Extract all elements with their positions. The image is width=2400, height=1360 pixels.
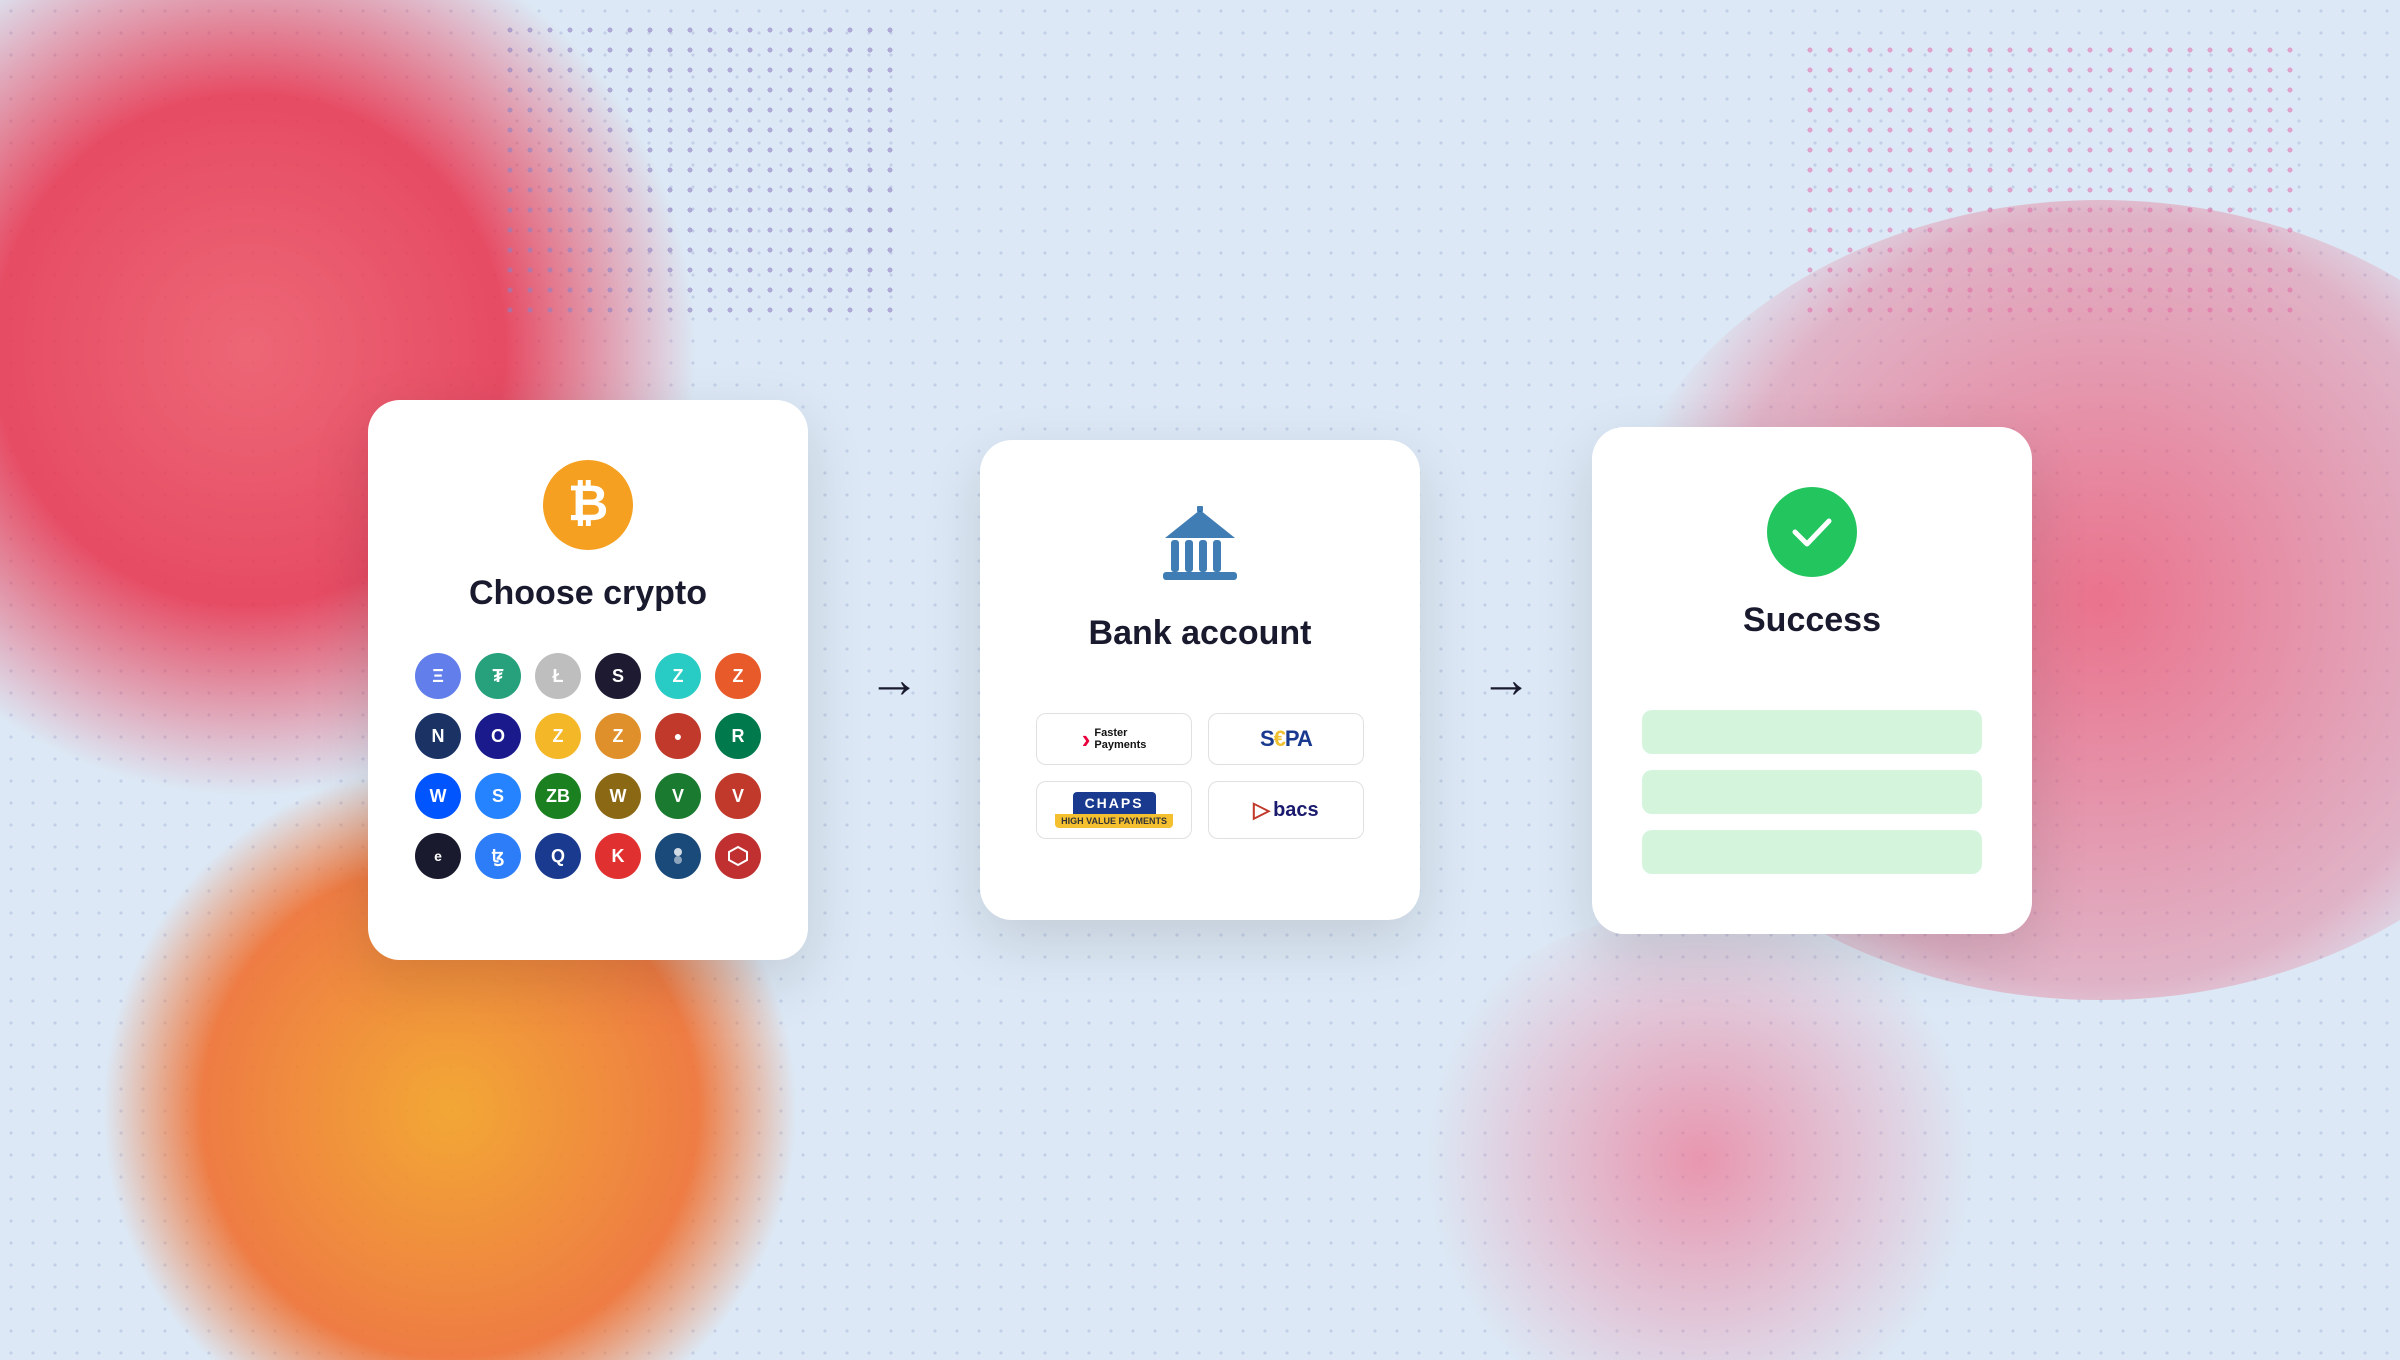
chaps-label: CHAPS [1073, 792, 1156, 814]
crypto-band[interactable]: ● [655, 713, 701, 759]
card-choose-crypto: ₿ Choose crypto Ξ ₮ Ł S Z Z N O Z Z ● R … [368, 400, 808, 960]
arrow-1: → [868, 654, 920, 706]
success-lines-container [1642, 710, 1982, 874]
sepa-s: S [1260, 726, 1274, 752]
crypto-card-title: Choose crypto [469, 574, 707, 613]
bacs-arrow: ▷ [1253, 797, 1270, 823]
crypto-tether[interactable]: ₮ [475, 653, 521, 699]
sepa-e: € [1274, 726, 1285, 752]
crypto-wrapped[interactable]: W [595, 773, 641, 819]
bank-icon-container [1155, 500, 1245, 590]
fp-label-payments: Payments [1094, 739, 1146, 751]
bank-card-title: Bank account [1089, 614, 1312, 653]
crypto-qash[interactable]: Q [535, 833, 581, 879]
bitcoin-icon-container: ₿ [543, 460, 633, 550]
crypto-tezos[interactable]: ꜩ [475, 833, 521, 879]
chaps-badge[interactable]: CHAPS HIGH VALUE PAYMENTS [1036, 781, 1192, 839]
success-card-title: Success [1743, 601, 1881, 640]
crypto-zb[interactable]: ZB [535, 773, 581, 819]
crypto-vtho[interactable]: V [655, 773, 701, 819]
bitcoin-symbol: ₿ [568, 478, 609, 528]
main-content: ₿ Choose crypto Ξ ₮ Ł S Z Z N O Z Z ● R … [0, 0, 2400, 1360]
checkmark-icon [1787, 507, 1837, 557]
bacs-logo: ▷ bacs [1253, 797, 1319, 823]
sepa-logo: S € PA [1260, 726, 1312, 752]
crypto-vechain[interactable]: V [715, 773, 761, 819]
crypto-storj[interactable]: S [475, 773, 521, 819]
crypto-snx[interactable]: S [595, 653, 641, 699]
crypto-zcash-alt[interactable]: Z [715, 653, 761, 699]
payment-methods-grid: › Faster Payments S € PA CHAPS [1036, 713, 1364, 839]
fp-text-block: Faster Payments [1094, 727, 1146, 751]
card-bank-account: Bank account › Faster Payments S € PA [980, 440, 1420, 920]
bacs-badge[interactable]: ▷ bacs [1208, 781, 1364, 839]
crypto-waves[interactable]: W [415, 773, 461, 819]
success-line-1 [1642, 710, 1982, 754]
crypto-rand[interactable]: R [715, 713, 761, 759]
crypto-kava[interactable]: K [595, 833, 641, 879]
faster-payments-badge[interactable]: › Faster Payments [1036, 713, 1192, 765]
success-icon-container [1767, 487, 1857, 577]
card-success: Success [1592, 427, 2032, 934]
chaps-sublabel: HIGH VALUE PAYMENTS [1055, 814, 1173, 828]
bank-building-icon [1155, 500, 1245, 590]
crypto-litecoin[interactable]: Ł [535, 653, 581, 699]
arrow-2: → [1480, 654, 1532, 706]
crypto-ethereum[interactable]: Ξ [415, 653, 461, 699]
crypto-zcash[interactable]: Z [535, 713, 581, 759]
crypto-icons-grid: Ξ ₮ Ł S Z Z N O Z Z ● R W S ZB W V V e ꜩ… [415, 653, 761, 879]
sepa-badge[interactable]: S € PA [1208, 713, 1364, 765]
crypto-zec2[interactable]: Z [595, 713, 641, 759]
crypto-nexo[interactable]: N [415, 713, 461, 759]
success-line-2 [1642, 770, 1982, 814]
crypto-ocean[interactable]: O [475, 713, 521, 759]
crypto-statera[interactable] [655, 833, 701, 879]
bacs-label: bacs [1273, 799, 1319, 822]
success-line-3 [1642, 830, 1982, 874]
sepa-pa: PA [1285, 726, 1312, 752]
chaps-logo: CHAPS HIGH VALUE PAYMENTS [1055, 792, 1173, 828]
fp-chevron: › [1082, 726, 1091, 752]
faster-payments-logo: › Faster Payments [1082, 726, 1147, 752]
crypto-egld[interactable]: e [415, 833, 461, 879]
fp-label-faster: Faster [1094, 727, 1146, 739]
crypto-zil[interactable]: Z [655, 653, 701, 699]
crypto-hive[interactable] [715, 833, 761, 879]
